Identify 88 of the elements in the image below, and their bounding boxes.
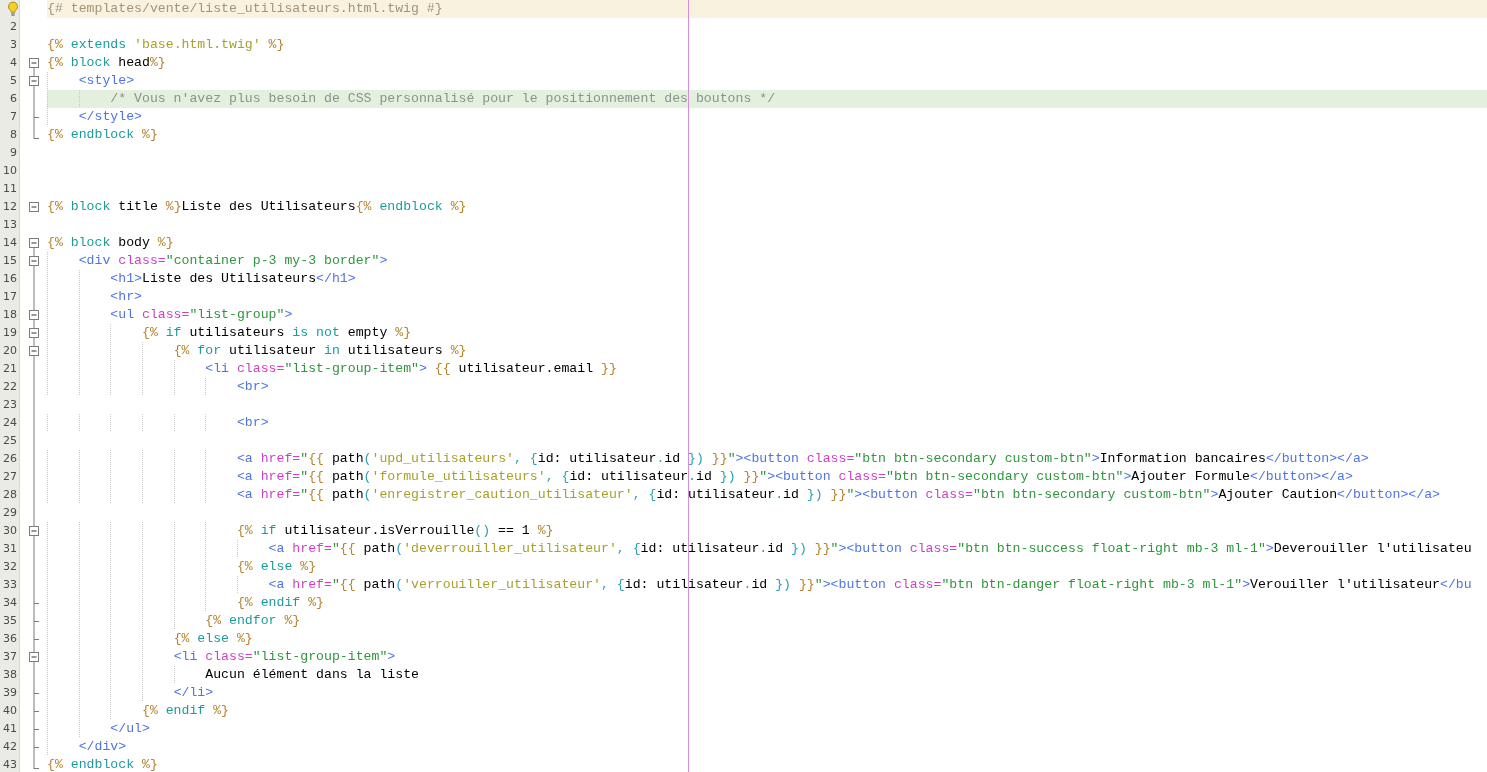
- line-number: 41: [3, 721, 18, 737]
- line-number: 37: [3, 649, 18, 665]
- line-number: 23: [3, 397, 18, 413]
- code-line: </style>: [78, 108, 142, 126]
- line-number: 30: [3, 523, 18, 539]
- collapse-icon[interactable]: [28, 310, 39, 320]
- collapse-icon[interactable]: [28, 238, 39, 248]
- line-number: 36: [3, 631, 18, 647]
- code-line: <h1>Liste des Utilisateurs</h1>: [110, 270, 356, 288]
- line-number: 9: [10, 145, 18, 161]
- code-line: <a href="{{ path('deverrouiller_utilisateur', {id: utilisateur.id }) }}"><button class="btn btn-success float-right mb-3 ml-1">Deverouiller l'utilisateu: [268, 540, 1472, 558]
- line-number: 33: [3, 577, 18, 593]
- code-line: Aucun élément dans la liste: [205, 666, 419, 684]
- line-number: 8: [10, 127, 18, 143]
- collapse-icon[interactable]: [28, 346, 39, 356]
- code-line: {% block title %}Liste des Utilisateurs{% endblock %}: [47, 198, 467, 216]
- code-line: <div class="container p-3 my-3 border">: [78, 252, 388, 270]
- line-number: 7: [10, 109, 18, 125]
- collapse-icon[interactable]: [28, 256, 39, 266]
- line-number: 32: [3, 559, 18, 575]
- code-line: <br>: [236, 414, 269, 432]
- line-number: 39: [3, 685, 18, 701]
- code-line: {% extends 'base.html.twig' %}: [47, 36, 285, 54]
- code-line: {% if utilisateurs is not empty %}: [141, 324, 412, 342]
- code-line: </ul>: [110, 720, 150, 738]
- line-number: 15: [3, 253, 18, 269]
- collapse-icon[interactable]: [28, 526, 39, 536]
- line-number: 14: [3, 235, 18, 251]
- code-line: {% endif %}: [236, 594, 324, 612]
- code-line: <a href="{{ path('formule_utilisateurs', {id: utilisateur.id }) }}"><button class="btn btn-secondary custom-btn">Ajouter Formule</button></a>: [236, 468, 1353, 486]
- line-number: 2: [10, 19, 18, 35]
- code-line: </li>: [173, 684, 214, 702]
- code-line: {% if utilisateur.isVerrouille() == 1 %}: [236, 522, 554, 540]
- code-line: <a href="{{ path('enregistrer_caution_utilisateur', {id: utilisateur.id }) }}"><button class="btn btn-secondary custom-btn">Ajouter Caution</button></a>: [236, 486, 1440, 504]
- code-line: </div>: [78, 738, 127, 756]
- code-line: {# templates/vente/liste_utilisateurs.html.twig #}: [47, 0, 443, 18]
- line-number: 24: [3, 415, 18, 431]
- collapse-icon[interactable]: [28, 58, 39, 68]
- collapse-icon[interactable]: [28, 202, 39, 212]
- code-line: <a href="{{ path('upd_utilisateurs', {id: utilisateur.id }) }}"><button class="btn btn-secondary custom-btn">Information bancaires</button></a>: [236, 450, 1369, 468]
- line-number: 18: [3, 307, 18, 323]
- line-number: 13: [3, 217, 18, 233]
- line-number: 12: [3, 199, 18, 215]
- code-line: {% endif %}: [141, 702, 230, 720]
- line-number: 6: [10, 91, 18, 107]
- line-number: 10: [3, 163, 18, 179]
- line-number: 29: [3, 505, 18, 521]
- line-number: 17: [3, 289, 18, 305]
- code-line: <br>: [236, 378, 269, 396]
- line-number: 43: [3, 757, 18, 772]
- code-line: <ul class="list-group">: [110, 306, 293, 324]
- line-number: 27: [3, 469, 18, 485]
- line-number: 11: [3, 181, 18, 197]
- code-line: <li class="list-group-item">: [173, 648, 396, 666]
- code-line: <li class="list-group-item"> {{ utilisateur.email }}: [205, 360, 617, 378]
- code-line: {% block body %}: [47, 234, 174, 252]
- line-number: 5: [10, 73, 18, 89]
- code-line: /* Vous n'avez plus besoin de CSS personnalisé pour le positionnement des boutons */: [110, 90, 776, 108]
- code-line: <style>: [78, 72, 135, 90]
- line-number: 31: [3, 541, 18, 557]
- line-number: 40: [3, 703, 18, 719]
- collapse-icon[interactable]: [28, 76, 39, 86]
- code-line: <hr>: [110, 288, 142, 306]
- code-line: {% block head%}: [47, 54, 166, 72]
- code-line: {% endfor %}: [205, 612, 301, 630]
- collapse-icon[interactable]: [28, 652, 39, 662]
- line-number: 35: [3, 613, 18, 629]
- line-number: 42: [3, 739, 18, 755]
- line-number: 22: [3, 379, 18, 395]
- code-line: {% else %}: [236, 558, 317, 576]
- line-number: 26: [3, 451, 18, 467]
- line-number: 19: [3, 325, 18, 341]
- line-number: 20: [3, 343, 18, 359]
- line-number: 21: [3, 361, 18, 377]
- collapse-icon[interactable]: [28, 328, 39, 338]
- line-number: 3: [10, 37, 18, 53]
- code-line: {% endblock %}: [47, 756, 158, 772]
- line-number: 4: [10, 55, 18, 71]
- code-line: {% for utilisateur in utilisateurs %}: [173, 342, 467, 360]
- lightbulb-icon[interactable]: [7, 1, 19, 17]
- line-number: 25: [3, 433, 18, 449]
- line-number: 34: [3, 595, 18, 611]
- code-line: {% endblock %}: [47, 126, 158, 144]
- line-number: 38: [3, 667, 18, 683]
- line-number: 16: [3, 271, 18, 287]
- code-line: <a href="{{ path('verrouiller_utilisateur', {id: utilisateur.id }) }}"><button class="btn btn-danger float-right mb-3 ml-1">Verouiller l'utilisateur</bu: [268, 576, 1472, 594]
- line-number: 28: [3, 487, 18, 503]
- code-line: {% else %}: [173, 630, 253, 648]
